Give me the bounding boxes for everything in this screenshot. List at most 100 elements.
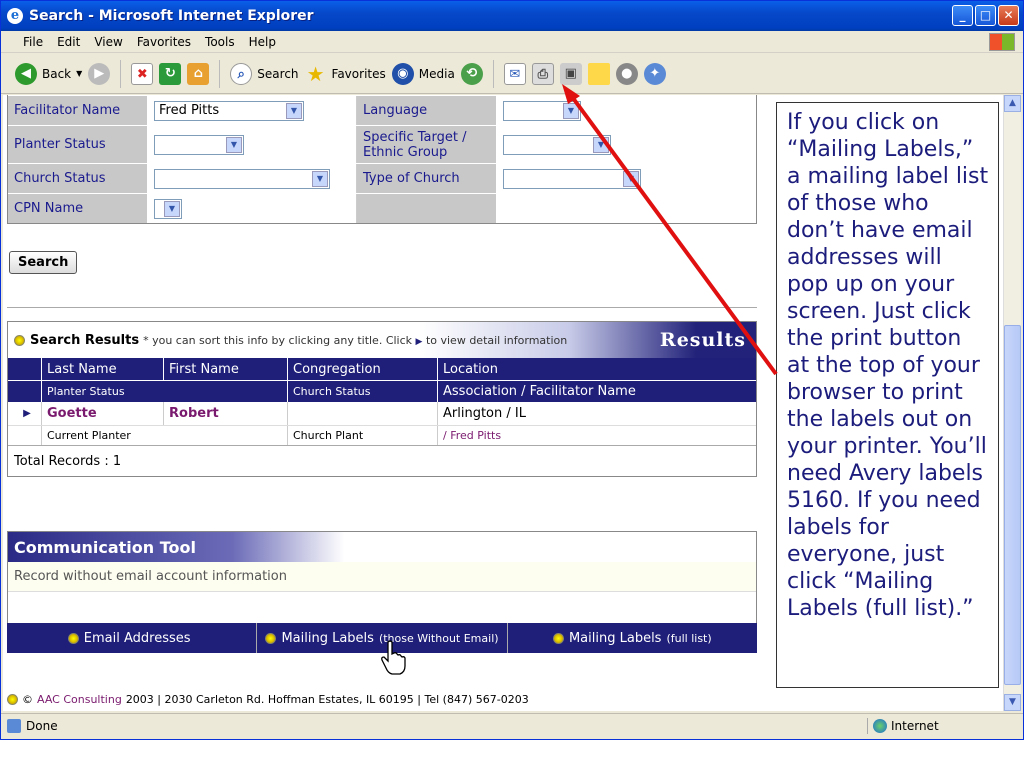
communication-title: Communication Tool (8, 532, 756, 562)
page-footer: © AAC Consulting 2003 | 2030 Carleton Rd… (7, 693, 529, 706)
minimize-button[interactable]: _ (952, 5, 973, 26)
col-church-status[interactable]: Church Status (288, 381, 438, 402)
mail-icon[interactable]: ✉ (503, 62, 526, 85)
scroll-thumb[interactable] (1004, 325, 1021, 685)
messenger-icon[interactable]: ● (615, 62, 638, 85)
form-row: Planter Status ▼ Specific Target / Ethni… (8, 125, 756, 163)
facilitator-link[interactable]: / Fred Pitts (443, 429, 501, 442)
column-header-row: Last Name First Name Congregation Locati… (8, 358, 756, 380)
back-dropdown-icon[interactable]: ▼ (76, 69, 82, 78)
maximize-button[interactable]: □ (975, 5, 996, 26)
status-text: Done (26, 718, 58, 733)
favorites-button[interactable]: ★ Favorites (305, 63, 386, 85)
col-first-name[interactable]: First Name (164, 358, 288, 380)
col-planter-status[interactable]: Planter Status (42, 381, 288, 402)
planter-status-select[interactable]: ▼ (154, 134, 244, 155)
bullet-icon (552, 632, 564, 644)
menu-favorites[interactable]: Favorites (137, 35, 191, 49)
results-hint: * you can sort this info by clicking any… (143, 333, 568, 347)
vertical-scrollbar[interactable]: ▲ ▼ (1003, 95, 1021, 711)
hand-cursor-icon (381, 640, 406, 675)
chevron-down-icon: ▼ (312, 170, 328, 187)
col-location[interactable]: Location (438, 358, 756, 380)
search-button[interactable]: ⌕ Search (230, 62, 299, 85)
specific-target-select[interactable]: ▼ (503, 134, 611, 155)
history-icon[interactable]: ⟲ (460, 62, 483, 85)
media-icon: ◉ (391, 62, 414, 85)
col-association[interactable]: Association / Facilitator Name (438, 381, 756, 402)
print-icon[interactable]: ⎙ (531, 62, 554, 85)
facilitator-name-label: Facilitator Name (8, 96, 148, 125)
planter-status-label: Planter Status (8, 126, 148, 163)
church-status-label: Church Status (8, 164, 148, 193)
results-table: Search Results * you can sort this info … (7, 321, 757, 477)
bullet-icon (7, 694, 18, 705)
form-row: Church Status ▼ Type of Church ▼ (8, 163, 756, 193)
col-last-name[interactable]: Last Name (42, 358, 164, 380)
chevron-down-icon: ▼ (623, 170, 639, 187)
media-button[interactable]: ◉ Media (391, 62, 455, 85)
toolbar: ◀ Back ▼ ▶ ✖ ↻ ⌂ ⌕ Search ★ Favorites ◉ … (1, 54, 1023, 94)
edit-icon[interactable]: ▣ (559, 62, 582, 85)
form-row: Facilitator Name Fred Pitts ▼ Language ▼ (8, 95, 756, 125)
results-heading: Search Results (30, 332, 140, 348)
scroll-down-icon[interactable]: ▼ (1004, 694, 1021, 711)
cpn-name-select[interactable]: ▼ (154, 198, 182, 219)
title-bar: e Search - Microsoft Internet Explorer _… (1, 1, 1023, 31)
detail-arrow-icon: ▶ (415, 336, 423, 347)
bullet-icon (265, 632, 277, 644)
back-button[interactable]: ◀ Back ▼ (15, 62, 82, 85)
menu-help[interactable]: Help (249, 35, 276, 49)
globe-icon (873, 719, 887, 733)
table-row: ▶ Goette Robert Arlington / IL (8, 402, 756, 426)
scroll-up-icon[interactable]: ▲ (1004, 95, 1021, 112)
type-of-church-label: Type of Church (357, 164, 497, 193)
back-arrow-icon: ◀ (15, 62, 37, 85)
chevron-down-icon: ▼ (563, 102, 579, 119)
zone-text: Internet (891, 719, 939, 733)
page-icon (7, 718, 21, 733)
stop-icon[interactable]: ✖ (131, 62, 154, 85)
menu-file[interactable]: File (23, 35, 43, 49)
col-congregation[interactable]: Congregation (288, 358, 438, 380)
research-icon[interactable]: ✦ (643, 62, 666, 85)
divider (7, 307, 757, 308)
search-form: Facilitator Name Fred Pitts ▼ Language ▼ … (7, 95, 757, 224)
church-status-select[interactable]: ▼ (154, 168, 330, 189)
results-badge: Results (659, 329, 746, 351)
bullet-icon (14, 334, 25, 346)
status-bar: Done Internet (1, 713, 1023, 737)
chevron-down-icon: ▼ (593, 136, 609, 153)
ie-icon: e (7, 8, 23, 24)
company-link[interactable]: AAC Consulting (37, 693, 122, 706)
menu-tools[interactable]: Tools (205, 35, 235, 49)
language-label: Language (357, 96, 497, 125)
menu-edit[interactable]: Edit (57, 35, 80, 49)
chevron-down-icon: ▼ (286, 102, 302, 119)
language-select[interactable]: ▼ (503, 100, 581, 121)
facilitator-name-select[interactable]: Fred Pitts ▼ (154, 100, 304, 121)
mailing-labels-full-list-button[interactable]: Mailing Labels (full list) (508, 623, 757, 653)
type-of-church-select[interactable]: ▼ (503, 168, 641, 189)
refresh-icon[interactable]: ↻ (159, 62, 182, 85)
communication-message: Record without email account information (8, 562, 756, 592)
detail-arrow-icon[interactable]: ▶ (8, 402, 42, 425)
empty-label (357, 194, 497, 223)
last-name-link[interactable]: Goette (47, 406, 97, 421)
search-submit-button[interactable]: Search (9, 251, 78, 274)
home-icon[interactable]: ⌂ (187, 62, 210, 85)
chevron-down-icon: ▼ (164, 200, 180, 217)
instruction-callout: If you click on “Mailing Labels,” a mail… (776, 102, 999, 688)
close-button[interactable]: ✕ (998, 5, 1019, 26)
magnifier-icon: ⌕ (230, 62, 253, 85)
menu-view[interactable]: View (94, 35, 122, 49)
discuss-icon[interactable] (587, 62, 610, 85)
forward-button[interactable]: ▶ (88, 62, 111, 85)
planter-status-cell: Current Planter (42, 426, 288, 445)
location-cell: Arlington / IL (443, 406, 526, 421)
form-row: CPN Name ▼ (8, 193, 756, 223)
email-addresses-button[interactable]: Email Addresses (7, 623, 258, 653)
first-name-link[interactable]: Robert (169, 406, 219, 421)
cpn-name-label: CPN Name (8, 194, 148, 223)
chevron-down-icon: ▼ (226, 136, 242, 153)
